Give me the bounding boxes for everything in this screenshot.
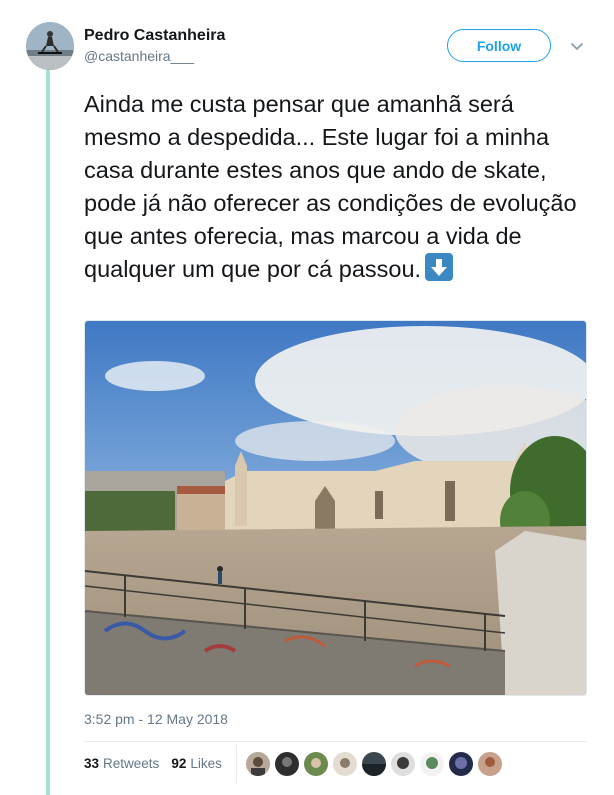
tweet-text-content: Ainda me custa pensar que amanhã será me… [84,91,577,282]
likes-stat[interactable]: 92 Likes [171,756,222,771]
tweet-photo[interactable] [84,320,587,696]
liker-avatar[interactable] [478,752,502,776]
liker-avatar[interactable] [391,752,415,776]
retweets-count: 33 [84,756,100,771]
author-handle[interactable]: @castanheira___ [84,48,194,64]
author-name[interactable]: Pedro Castanheira [84,27,225,45]
follow-button[interactable]: Follow [447,29,551,62]
liker-avatar[interactable] [304,752,328,776]
thread-line [46,70,50,795]
liker-avatar[interactable] [275,752,299,776]
liker-avatar[interactable] [449,752,473,776]
down-arrow-emoji-icon [425,253,454,281]
divider [84,741,587,742]
liker-avatar[interactable] [333,752,357,776]
stats-separator [236,745,237,783]
liker-avatar[interactable] [362,752,386,776]
tweet-timestamp[interactable]: 3:52 pm - 12 May 2018 [84,711,228,727]
tweet-stats: 33 Retweets 92 Likes [84,756,234,771]
retweets-label: Retweets [103,756,160,771]
retweets-stat[interactable]: 33 Retweets [84,756,159,771]
liker-avatar[interactable] [246,752,270,776]
chevron-down-icon[interactable] [568,37,586,55]
liker-avatar[interactable] [420,752,444,776]
tweet-text: Ainda me custa pensar que amanhã será me… [84,88,594,286]
author-avatar[interactable] [26,22,74,70]
likes-count: 92 [171,756,187,771]
likes-label: Likes [190,756,222,771]
liker-avatars [246,752,507,776]
